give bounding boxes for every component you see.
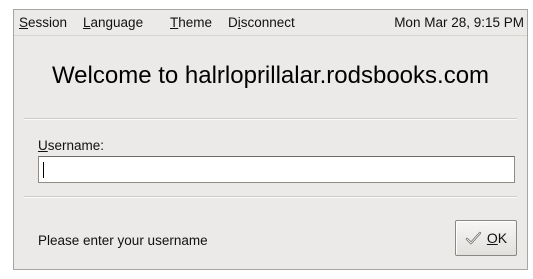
ok-label-accel: O [486, 230, 498, 246]
menu-language-accel: L [83, 15, 91, 30]
separator-top [24, 118, 517, 120]
username-input[interactable] [38, 156, 515, 183]
menu-disconnect-first: D [228, 15, 238, 30]
ok-label: OK [487, 230, 507, 246]
ok-label-rest: K [497, 230, 508, 246]
welcome-heading: Welcome to halrloprillalar.rodsbooks.com [51, 62, 490, 89]
username-label-accel: U [38, 138, 48, 153]
separator-bottom [24, 196, 517, 198]
menu-disconnect[interactable]: Disconnect [228, 15, 295, 30]
menu-disconnect-label: sconnect [240, 15, 295, 30]
menu-session-label: ession [28, 15, 68, 30]
status-message: Please enter your username [38, 233, 208, 248]
menu-theme-label: heme [178, 15, 213, 30]
username-label: Username: [38, 138, 104, 153]
login-window: Session Language Theme Disconnect Mon Ma… [13, 9, 528, 270]
clock: Mon Mar 28, 9:15 PM [394, 15, 524, 30]
menu-theme-accel: T [170, 15, 179, 30]
text-caret [43, 162, 44, 178]
menu-session[interactable]: Session [19, 15, 67, 30]
menu-language-label: anguage [90, 15, 144, 30]
ok-button[interactable]: OK [455, 220, 517, 256]
menubar: Session Language Theme Disconnect Mon Ma… [14, 10, 527, 36]
username-label-text: sername: [47, 138, 105, 153]
menu-theme[interactable]: Theme [170, 15, 212, 30]
menu-language[interactable]: Language [83, 15, 143, 30]
menu-session-accel: S [19, 15, 29, 30]
check-icon [465, 230, 483, 246]
